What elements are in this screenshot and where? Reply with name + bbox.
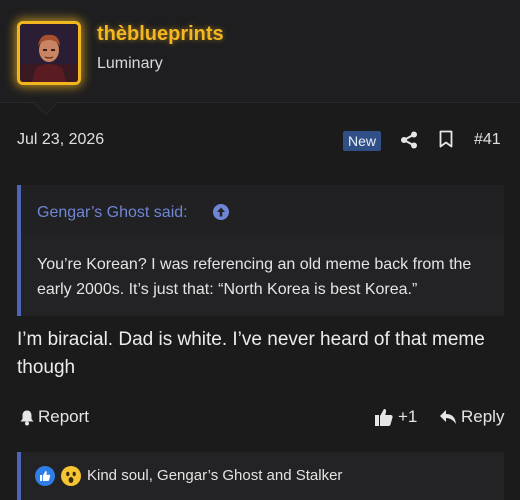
quote-author[interactable]: Gengar’s Ghost said: bbox=[37, 204, 188, 222]
reactions-bar[interactable]: Kind soul, Gengar’s Ghost and Stalker bbox=[17, 452, 504, 500]
share-icon[interactable] bbox=[400, 131, 418, 149]
username[interactable]: thèblueprints bbox=[97, 23, 224, 46]
quote-text: You’re Korean? I was referencing an old … bbox=[37, 256, 472, 298]
header-divider bbox=[0, 102, 520, 103]
avatar[interactable] bbox=[17, 21, 81, 85]
like-count: +1 bbox=[398, 407, 418, 426]
like-reaction-icon bbox=[35, 466, 55, 486]
bookmark-icon[interactable] bbox=[439, 130, 453, 148]
user-title: Luminary bbox=[97, 55, 163, 72]
reactions-text[interactable]: Kind soul, Gengar’s Ghost and Stalker bbox=[87, 467, 342, 484]
new-badge: New bbox=[343, 131, 382, 151]
avatar-image bbox=[20, 24, 78, 82]
reply-button[interactable]: Reply bbox=[439, 406, 504, 428]
reply-label: Reply bbox=[461, 407, 505, 426]
thumbs-up-icon bbox=[375, 409, 393, 426]
like-button[interactable]: +1 bbox=[374, 406, 417, 428]
wow-reaction-icon bbox=[61, 466, 81, 486]
report-label: Report bbox=[38, 407, 90, 426]
post-body: I’m biracial. Dad is white. I’ve never h… bbox=[17, 329, 485, 378]
reply-arrow-icon bbox=[440, 410, 456, 424]
arrow-up-circle-icon[interactable] bbox=[212, 203, 230, 221]
post-date[interactable]: Jul 23, 2026 bbox=[17, 131, 104, 149]
report-button[interactable]: Report bbox=[19, 406, 89, 428]
bell-icon bbox=[20, 410, 34, 425]
quote-block: Gengar’s Ghost said: You’re Korean? I wa… bbox=[17, 185, 504, 316]
post-number[interactable]: #41 bbox=[474, 131, 501, 149]
